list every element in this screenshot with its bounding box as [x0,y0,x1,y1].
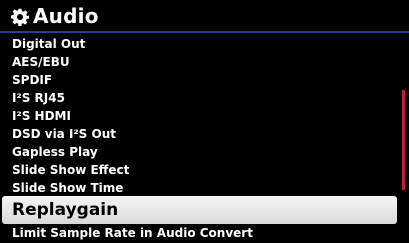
menu-item-gapless-play[interactable]: Gapless Play [0,143,409,161]
menu-item-slide-show-effect[interactable]: Slide Show Effect [0,161,409,179]
menu-item-label: Limit Sample Rate in Audio Convert [12,226,253,240]
menu-item-limit-sample-rate[interactable]: Limit Sample Rate in Audio Convert [0,224,409,242]
header-bar: Audio [0,0,409,33]
menu-item-label: Slide Show Effect [12,163,130,177]
menu-item-label: AES/EBU [12,55,70,69]
settings-menu: Digital Out AES/EBU SPDIF I²S RJ45 I²S H… [0,33,409,243]
menu-item-spdif[interactable]: SPDIF [0,71,409,89]
menu-item-label: SPDIF [12,73,53,87]
menu-item-label: I²S RJ45 [12,91,65,105]
menu-item-label: DSD via I²S Out [12,127,116,141]
page-title: Audio [33,4,99,28]
scrollbar[interactable] [402,90,405,190]
menu-item-label: Digital Out [12,37,86,51]
menu-item-digital-out[interactable]: Digital Out [0,35,409,53]
menu-item-label: Slide Show Time [12,181,124,195]
menu-item-label: Replaygain [12,200,119,220]
menu-item-slide-show-time[interactable]: Slide Show Time [0,179,409,197]
gear-icon [11,8,29,26]
audio-settings-screen: Audio Digital Out AES/EBU SPDIF I²S RJ45… [0,0,409,243]
menu-item-dsd-via-i2s-out[interactable]: DSD via I²S Out [0,125,409,143]
menu-item-replaygain[interactable]: Replaygain [2,196,397,224]
menu-item-label: I²S HDMI [12,109,71,123]
menu-item-label: Gapless Play [12,145,98,159]
menu-item-i2s-hdmi[interactable]: I²S HDMI [0,107,409,125]
menu-item-i2s-rj45[interactable]: I²S RJ45 [0,89,409,107]
menu-item-aes-ebu[interactable]: AES/EBU [0,53,409,71]
